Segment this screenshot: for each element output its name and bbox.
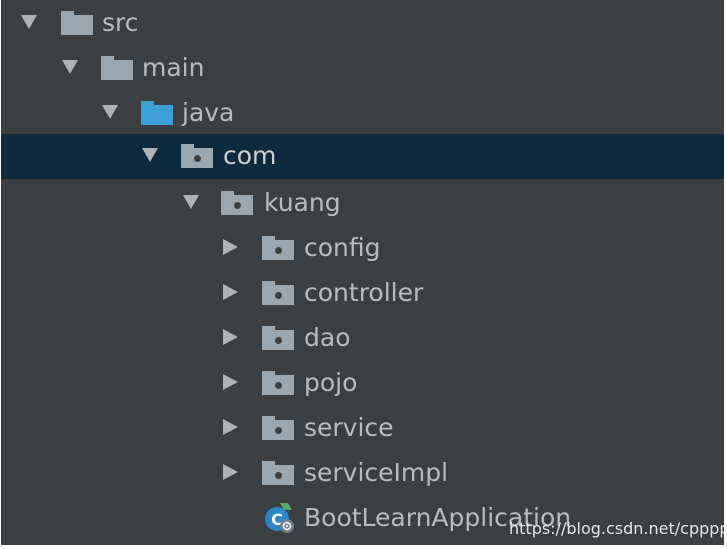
- source-root-folder-icon: [141, 101, 173, 125]
- tree-item-label: pojo: [304, 368, 358, 397]
- tree-item-serviceimpl[interactable]: serviceImpl: [1, 451, 724, 496]
- expand-arrow-right-icon[interactable]: [223, 374, 238, 390]
- tree-item-src[interactable]: src: [1, 1, 724, 46]
- tree-item-dao[interactable]: dao: [1, 316, 724, 361]
- expand-arrow-down-icon[interactable]: [102, 105, 118, 119]
- expand-arrow-right-icon[interactable]: [223, 329, 238, 345]
- package-icon: [262, 236, 294, 260]
- tree-item-config[interactable]: config: [1, 226, 724, 271]
- tree-item-label: controller: [304, 278, 424, 307]
- expand-arrow-down-icon[interactable]: [62, 60, 78, 74]
- tree-item-label: dao: [304, 323, 351, 352]
- tree-item-label: java: [182, 98, 235, 127]
- folder-icon: [61, 11, 93, 35]
- spring-boot-class-icon: C: [263, 502, 295, 534]
- tree-item-label: main: [142, 53, 205, 82]
- expand-arrow-down-icon[interactable]: [142, 148, 158, 162]
- tree-item-com[interactable]: com: [1, 134, 724, 179]
- tree-item-label: config: [304, 233, 381, 262]
- tree-item-label: serviceImpl: [304, 458, 449, 487]
- image-border: [0, 545, 727, 549]
- tree-item-label: src: [102, 8, 139, 37]
- tree-item-main[interactable]: main: [1, 46, 724, 91]
- tree-item-label: com: [223, 141, 277, 170]
- expand-arrow-down-icon[interactable]: [21, 15, 37, 29]
- expand-arrow-right-icon[interactable]: [223, 419, 238, 435]
- tree-item-java[interactable]: java: [1, 91, 724, 136]
- project-tree-panel: src main java com kuang config controlle…: [0, 0, 727, 549]
- package-icon: [262, 281, 294, 305]
- tree-item-label: service: [304, 413, 394, 442]
- expand-arrow-right-icon[interactable]: [223, 239, 238, 255]
- expand-arrow-down-icon[interactable]: [183, 195, 199, 209]
- package-icon: [221, 191, 253, 215]
- expand-arrow-right-icon[interactable]: [223, 464, 238, 480]
- package-icon: [181, 144, 213, 168]
- tree-item-kuang[interactable]: kuang: [1, 181, 724, 226]
- tree-item-label: kuang: [264, 188, 341, 217]
- package-icon: [262, 371, 294, 395]
- tree-item-pojo[interactable]: pojo: [1, 361, 724, 406]
- tree-item-service[interactable]: service: [1, 406, 724, 451]
- package-icon: [262, 461, 294, 485]
- package-icon: [262, 326, 294, 350]
- watermark-text: https://blog.csdn.net/cpppp66: [509, 519, 727, 538]
- expand-arrow-right-icon[interactable]: [223, 284, 238, 300]
- image-border: [0, 0, 1, 549]
- tree-item-controller[interactable]: controller: [1, 271, 724, 316]
- folder-icon: [101, 56, 133, 80]
- package-icon: [262, 416, 294, 440]
